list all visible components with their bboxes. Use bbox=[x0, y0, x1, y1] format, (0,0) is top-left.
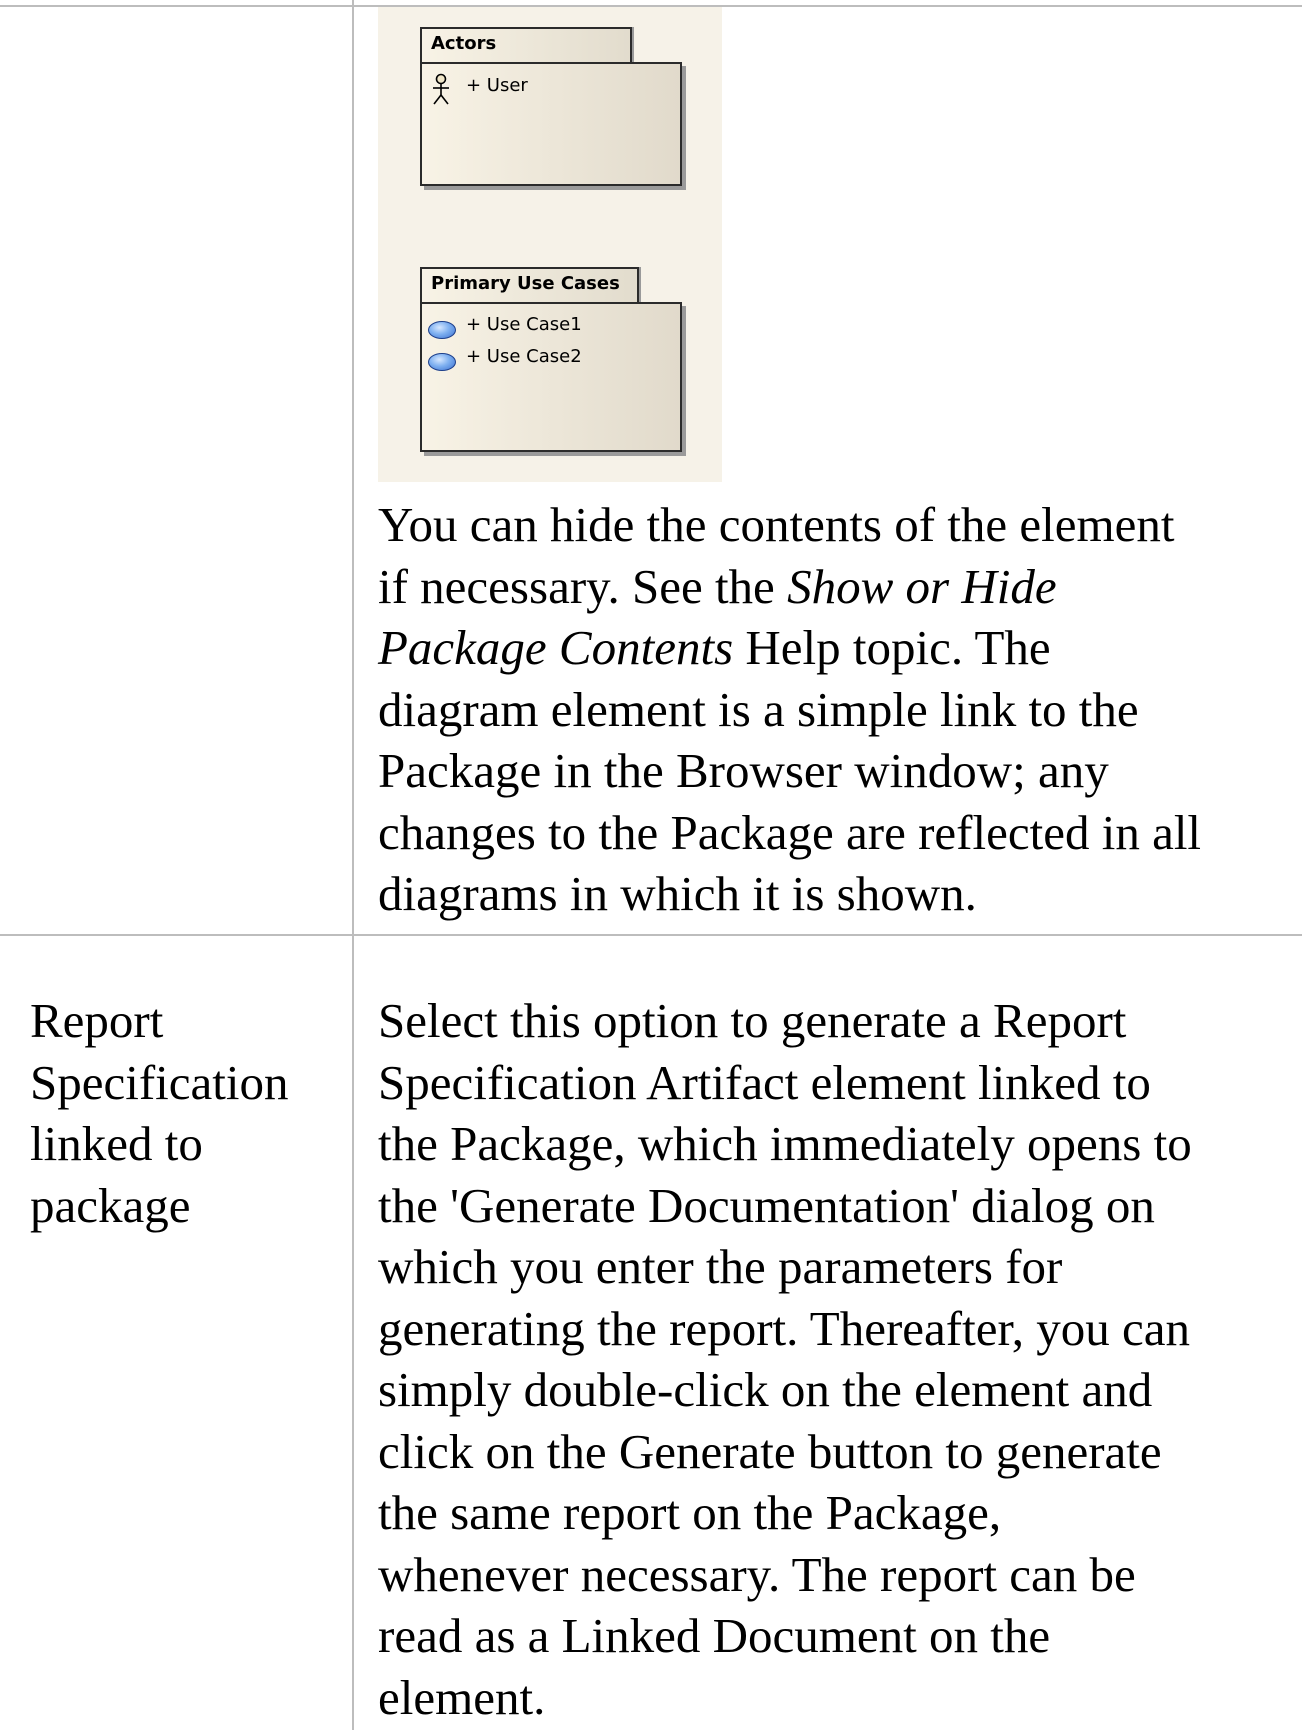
options-table: Actors + User Primary Use Cases + Use Ca… bbox=[0, 0, 1302, 1730]
row-divider bbox=[0, 934, 1302, 936]
text-line: Package Contents Help topic. The bbox=[378, 617, 1201, 679]
package-tab-primary-use-cases: Primary Use Cases bbox=[420, 267, 639, 303]
row2-option-label: Report Specification linked to package bbox=[30, 990, 289, 1236]
package-item: + User bbox=[466, 75, 528, 96]
text-line: Report bbox=[30, 993, 164, 1048]
text-line: Select this option to generate a Report bbox=[378, 993, 1127, 1048]
help-topic-reference: Show or Hide bbox=[787, 558, 1057, 614]
text-line: changes to the Package are reflected in … bbox=[378, 804, 1202, 860]
package-diagram-image: Actors + User Primary Use Cases + Use Ca… bbox=[378, 7, 722, 482]
text-line: the Package, which immediately opens to bbox=[378, 1116, 1192, 1171]
package-item: + Use Case2 bbox=[466, 346, 582, 367]
actor-icon bbox=[433, 73, 449, 105]
text-line: if necessary. See the Show or Hide bbox=[378, 556, 1201, 618]
text-line: diagram element is a simple link to the bbox=[378, 681, 1139, 737]
text-line: linked to bbox=[30, 1116, 203, 1171]
text-line: Specification bbox=[30, 1054, 289, 1110]
package-name: Primary Use Cases bbox=[431, 273, 620, 294]
text-line: Specification Artifact element linked to bbox=[378, 1054, 1151, 1110]
text-line: the same report on the Package, bbox=[378, 1485, 1002, 1540]
row1-description: You can hide the contents of the element… bbox=[378, 494, 1201, 925]
text-line: Package in the Browser window; any bbox=[378, 743, 1109, 798]
text-line: which you enter the parameters for bbox=[378, 1239, 1063, 1294]
text-line: element. bbox=[378, 1669, 546, 1725]
text-line: simply double-click on the element and bbox=[378, 1362, 1153, 1417]
package-name: Actors bbox=[431, 33, 497, 54]
text-span: if necessary. See the bbox=[378, 558, 788, 614]
text-line: click on the Generate button to generate bbox=[378, 1423, 1162, 1479]
help-topic-reference: Package Contents bbox=[378, 620, 734, 675]
text-line: the 'Generate Documentation' dialog on bbox=[378, 1177, 1155, 1233]
text-line: package bbox=[30, 1177, 191, 1233]
text-line: diagrams in which it is shown. bbox=[378, 866, 977, 921]
row2-description: Select this option to generate a Report … bbox=[378, 990, 1192, 1728]
use-case-icon bbox=[428, 321, 456, 339]
column-divider bbox=[352, 0, 354, 1730]
text-line: whenever necessary. The report can be bbox=[378, 1546, 1136, 1602]
package-item: + Use Case1 bbox=[466, 314, 582, 335]
text-span: Help topic. The bbox=[733, 620, 1051, 675]
text-line: generating the report. Thereafter, you c… bbox=[378, 1300, 1191, 1356]
use-case-icon bbox=[428, 353, 456, 371]
text-line: You can hide the contents of the element bbox=[378, 497, 1175, 552]
package-tab-actors: Actors bbox=[420, 27, 632, 63]
text-line: read as a Linked Document on the bbox=[378, 1608, 1051, 1663]
package-body-actors bbox=[420, 62, 682, 186]
